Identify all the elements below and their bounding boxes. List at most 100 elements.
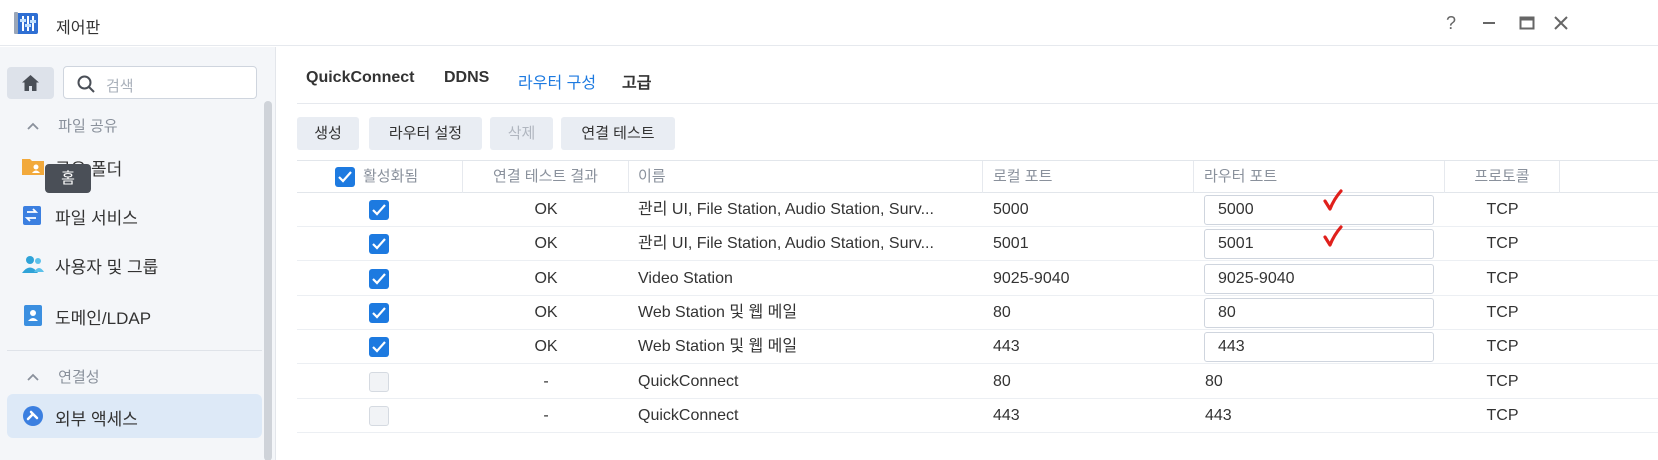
section-connectivity[interactable]: 연결성 bbox=[26, 366, 100, 387]
tab-router-config[interactable]: 라우터 구성 bbox=[518, 69, 596, 93]
header-enabled[interactable]: 활성화됨 bbox=[297, 161, 463, 193]
select-all-checkbox[interactable] bbox=[335, 167, 355, 187]
close-button[interactable] bbox=[1550, 12, 1572, 34]
protocol-cell: TCP bbox=[1486, 235, 1519, 253]
router-port-value: 9025-9040 bbox=[1218, 269, 1295, 287]
sidebar-scrollbar[interactable] bbox=[264, 101, 272, 460]
header-router-port[interactable]: 라우터 포트 bbox=[1194, 161, 1445, 193]
header-test-result[interactable]: 연결 테스트 결과 bbox=[463, 161, 629, 193]
table-row[interactable]: OK 관리 UI, File Station, Audio Station, Su… bbox=[297, 225, 1658, 262]
chevron-up-icon bbox=[26, 369, 46, 386]
red-check-mark-icon bbox=[1323, 225, 1343, 247]
local-port-cell: 5001 bbox=[993, 235, 1029, 253]
tab-quickconnect[interactable]: QuickConnect bbox=[306, 69, 414, 87]
header-protocol[interactable]: 프로토콜 bbox=[1445, 161, 1560, 193]
sidebar-divider bbox=[7, 350, 262, 351]
tab-advanced[interactable]: 고급 bbox=[622, 69, 651, 93]
protocol-cell: TCP bbox=[1486, 303, 1519, 321]
router-port-value: 80 bbox=[1218, 303, 1236, 321]
local-port-cell: 443 bbox=[993, 338, 1020, 356]
section-file-sharing-label: 파일 공유 bbox=[58, 118, 118, 135]
home-button[interactable] bbox=[7, 67, 54, 99]
test-result-cell: OK bbox=[534, 235, 558, 253]
window-title: 제어판 bbox=[56, 20, 101, 37]
local-port-cell: 80 bbox=[993, 372, 1011, 390]
sidebar-item-label: 사용자 및 그룹 bbox=[55, 258, 159, 277]
header-enabled-label: 활성화됨 bbox=[363, 168, 419, 185]
table-row[interactable]: - QuickConnect 80 80 TCP bbox=[297, 365, 1658, 399]
router-port-input[interactable]: 5000 bbox=[1204, 195, 1434, 225]
home-icon bbox=[22, 75, 39, 91]
name-cell: 관리 UI, File Station, Audio Station, Surv… bbox=[638, 235, 934, 253]
help-button[interactable]: ? bbox=[1440, 12, 1462, 34]
file-services-icon bbox=[23, 206, 41, 225]
test-result-cell: - bbox=[543, 406, 549, 424]
protocol-cell: TCP bbox=[1486, 338, 1519, 356]
create-button[interactable]: 생성 bbox=[297, 117, 359, 150]
protocol-cell: TCP bbox=[1486, 406, 1519, 424]
local-port-cell: 443 bbox=[993, 406, 1020, 424]
local-port-cell: 80 bbox=[993, 303, 1011, 321]
maximize-button[interactable] bbox=[1516, 12, 1538, 34]
external-access-icon bbox=[23, 406, 43, 426]
table-row[interactable]: - QuickConnect 443 443 TCP bbox=[297, 399, 1658, 433]
enabled-checkbox[interactable] bbox=[369, 405, 389, 426]
enabled-checkbox[interactable] bbox=[369, 234, 389, 255]
router-port-cell: 443 bbox=[1205, 406, 1232, 424]
sidebar: 검색 홈 파일 공유 공유 폴더 파일 서비스 사용자 및 그룹 bbox=[0, 47, 276, 460]
enabled-checkbox[interactable] bbox=[369, 337, 389, 358]
name-cell: Video Station bbox=[638, 269, 733, 287]
enabled-checkbox[interactable] bbox=[369, 302, 389, 323]
test-result-cell: OK bbox=[534, 303, 558, 321]
control-panel-icon bbox=[14, 10, 42, 36]
tab-ddns[interactable]: DDNS bbox=[444, 69, 489, 87]
name-cell: 관리 UI, File Station, Audio Station, Surv… bbox=[638, 201, 934, 218]
local-port-cell: 5000 bbox=[993, 201, 1029, 218]
search-placeholder: 검색 bbox=[106, 78, 134, 95]
name-cell: Web Station 및 웹 메일 bbox=[638, 338, 798, 356]
name-cell: QuickConnect bbox=[638, 406, 739, 424]
user-group-icon bbox=[22, 256, 44, 273]
table-row[interactable]: OK Web Station 및 웹 메일 80 80 TCP bbox=[297, 296, 1658, 330]
domain-ldap-icon bbox=[24, 305, 42, 326]
router-port-input[interactable]: 443 bbox=[1204, 332, 1434, 363]
router-port-cell: 80 bbox=[1205, 372, 1223, 390]
sidebar-item-file-services[interactable]: 파일 서비스 bbox=[7, 193, 262, 237]
table-row[interactable]: OK Web Station 및 웹 메일 443 443 TCP bbox=[297, 330, 1658, 365]
minimize-button[interactable] bbox=[1478, 12, 1500, 34]
header-name[interactable]: 이름 bbox=[629, 161, 983, 193]
delete-button[interactable]: 삭제 bbox=[490, 117, 553, 150]
sidebar-item-domain-ldap[interactable]: 도메인/LDAP bbox=[7, 293, 262, 337]
name-cell: QuickConnect bbox=[638, 372, 739, 390]
protocol-cell: TCP bbox=[1486, 372, 1519, 390]
home-tooltip: 홈 bbox=[45, 164, 91, 193]
sidebar-item-label: 외부 액세스 bbox=[55, 410, 138, 429]
router-port-input[interactable]: 9025-9040 bbox=[1204, 263, 1434, 294]
protocol-cell: TCP bbox=[1486, 201, 1519, 218]
sidebar-item-external-access[interactable]: 외부 액세스 bbox=[7, 394, 262, 438]
router-port-value: 443 bbox=[1218, 338, 1245, 356]
title-bar: 제어판 ? bbox=[0, 0, 1658, 46]
sidebar-item-label: 파일 서비스 bbox=[55, 209, 138, 228]
protocol-cell: TCP bbox=[1486, 269, 1519, 287]
router-settings-button[interactable]: 라우터 설정 bbox=[369, 117, 482, 150]
header-local-port[interactable]: 로컬 포트 bbox=[983, 161, 1194, 193]
shared-folder-icon bbox=[22, 159, 44, 175]
local-port-cell: 9025-9040 bbox=[993, 269, 1070, 287]
sidebar-item-label: 도메인/LDAP bbox=[55, 309, 152, 328]
search-input[interactable]: 검색 bbox=[63, 66, 257, 99]
test-connection-button[interactable]: 연결 테스트 bbox=[561, 117, 675, 150]
name-cell: Web Station 및 웹 메일 bbox=[638, 303, 798, 321]
enabled-checkbox[interactable] bbox=[369, 371, 389, 392]
section-file-sharing[interactable]: 파일 공유 bbox=[26, 115, 118, 136]
red-check-mark-icon bbox=[1323, 189, 1343, 211]
enabled-checkbox[interactable] bbox=[369, 200, 389, 220]
test-result-cell: OK bbox=[534, 338, 558, 356]
enabled-checkbox[interactable] bbox=[369, 268, 389, 289]
router-port-value: 5000 bbox=[1218, 201, 1254, 218]
table-row[interactable]: OK Video Station 9025-9040 9025-9040 TCP bbox=[297, 262, 1658, 296]
table-row[interactable]: OK 관리 UI, File Station, Audio Station, Su… bbox=[297, 189, 1658, 227]
router-port-input[interactable]: 80 bbox=[1204, 297, 1434, 328]
router-port-input[interactable]: 5001 bbox=[1204, 229, 1434, 260]
sidebar-item-user-group[interactable]: 사용자 및 그룹 bbox=[7, 242, 262, 286]
